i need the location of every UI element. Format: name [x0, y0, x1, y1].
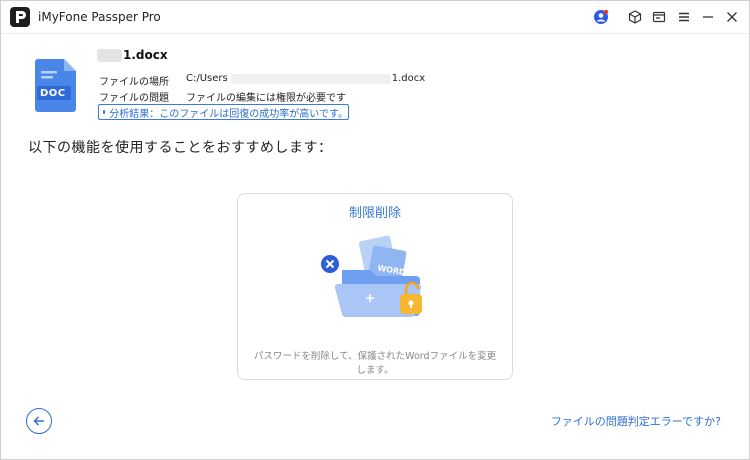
back-button[interactable]: [26, 408, 52, 434]
card-description: パスワードを削除して、保護されたWordファイルを変更します。: [253, 351, 497, 376]
close-icon[interactable]: [722, 7, 742, 27]
remove-restriction-card[interactable]: 制限削除 WORD パスワードを削除して、保護されたWordファイルを変更します…: [237, 193, 513, 380]
file-location-suffix: 1.docx: [391, 73, 426, 84]
file-issue-value: ファイルの編集には権限が必要です: [186, 93, 346, 104]
analysis-result-text: 分析結果：このファイルは回復の成功率が高いです。: [109, 108, 348, 120]
app-logo-icon: [10, 7, 30, 27]
file-issue-error-link[interactable]: ファイルの問題判定エラーですか?: [551, 413, 721, 429]
bullet-dot: [103, 110, 106, 114]
app-title: iMyFone Passper Pro: [38, 10, 161, 24]
file-name: 1.docx: [97, 48, 168, 62]
file-location-prefix: C:/Users: [186, 73, 228, 84]
folder-unlock-illustration: WORD: [318, 232, 438, 322]
minimize-icon[interactable]: [698, 7, 718, 27]
app-window: iMyFone Passper Pro DOC 1.docx ファイルの場所 C…: [0, 0, 750, 460]
analysis-result: 分析結果：このファイルは回復の成功率が高いです。: [98, 104, 349, 120]
mail-icon[interactable]: [649, 7, 669, 27]
package-icon[interactable]: [625, 7, 645, 27]
file-location-value: C:/Users 1.docx: [186, 73, 425, 84]
recommendation-heading: 以下の機能を使用することをおすすめします：: [28, 140, 333, 156]
redacted-block: [230, 73, 391, 84]
file-issue-label: ファイルの問題: [99, 93, 169, 104]
file-name-text: 1.docx: [123, 48, 168, 62]
file-issue-row: ファイルの問題 ファイルの編集には権限が必要です: [99, 89, 419, 104]
arrow-left-icon: [33, 416, 44, 426]
redacted-block: [97, 48, 122, 62]
file-location-label: ファイルの場所: [99, 77, 169, 88]
doc-badge: DOC: [40, 88, 66, 99]
title-bar: iMyFone Passper Pro: [1, 1, 749, 34]
user-account-icon[interactable]: [591, 7, 611, 27]
word-document-icon: DOC: [34, 57, 80, 113]
file-location-row: ファイルの場所 C:/Users 1.docx: [99, 73, 425, 88]
card-title: 制限削除: [348, 206, 401, 221]
menu-icon[interactable]: [674, 7, 694, 27]
